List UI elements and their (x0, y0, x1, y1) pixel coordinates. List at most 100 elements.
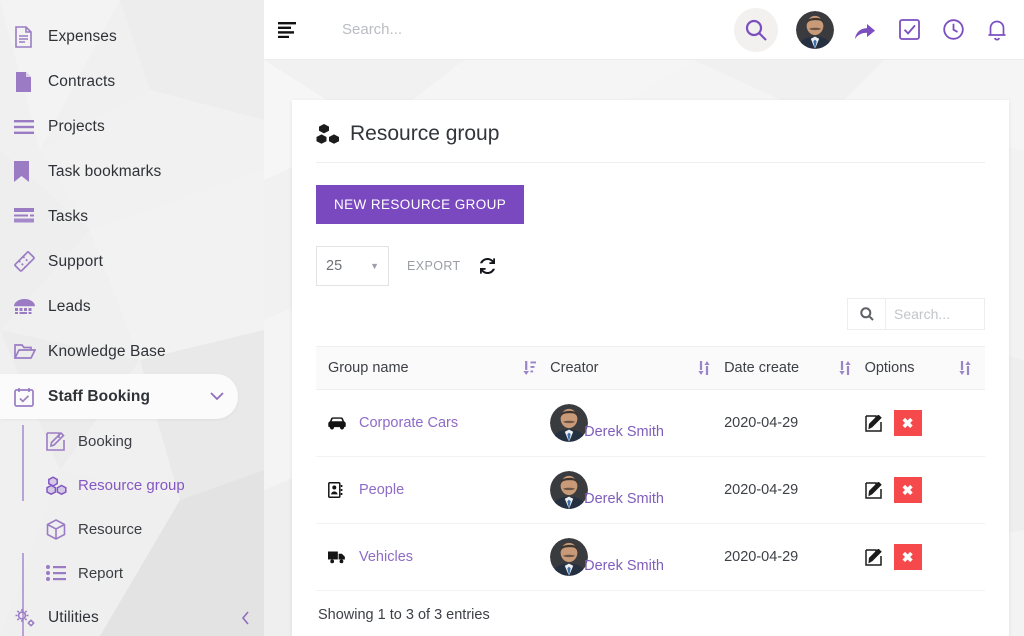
delete-button[interactable]: ✖ (893, 544, 922, 570)
column-header-label: Group name (328, 360, 409, 376)
table-head: Group name Creator Date create Options (316, 346, 985, 390)
sort-icon (698, 361, 710, 375)
table-search-input[interactable] (886, 299, 984, 329)
table-footer: Showing 1 to 3 of 3 entries Previous 1 N… (316, 607, 985, 636)
cubes-icon (46, 475, 78, 495)
cell-creator: Derek Smith (550, 456, 725, 524)
table-row: People Derek Smith 2020-04-29 ✖ (316, 456, 985, 524)
edit-square-icon (46, 431, 78, 451)
page-length-value: 25 (326, 258, 343, 274)
group-name-link[interactable]: Corporate Cars (359, 415, 458, 431)
sidebar-item-support[interactable]: Support (0, 239, 264, 284)
avatar (550, 538, 589, 576)
edit-icon[interactable] (864, 548, 882, 566)
contact-card-icon (328, 482, 346, 498)
car-icon (328, 416, 346, 430)
sidebar-nav-list: Expenses Contracts Projects Task bookmar… (0, 0, 264, 636)
refresh-icon[interactable] (479, 258, 496, 274)
sort-amount-desc-icon (523, 361, 537, 375)
search-icon[interactable] (734, 7, 778, 52)
cell-creator: Derek Smith (550, 389, 725, 457)
file-text-icon (14, 25, 48, 48)
table-filter-row (316, 298, 985, 330)
sidebar-item-label: Tasks (48, 207, 89, 225)
sort-icon (959, 361, 971, 375)
sidebar-item-label: Booking (78, 432, 133, 450)
sidebar-item-label: Utilities (48, 608, 99, 626)
sidebar-item-leads[interactable]: Leads (0, 284, 264, 329)
sidebar-item-label: Resource group (78, 476, 185, 494)
edit-icon[interactable] (864, 481, 882, 499)
table-search-box (847, 298, 985, 330)
table-row: Vehicles Derek Smith 2020-04-29 ✖ (316, 523, 985, 591)
column-creator[interactable]: Creator (550, 346, 725, 390)
gears-icon (14, 608, 48, 628)
sidebar-item-report[interactable]: Report (0, 551, 264, 595)
leads-icon (14, 299, 48, 314)
hamburger-icon[interactable] (272, 15, 302, 45)
file-icon (14, 71, 48, 93)
sidebar-item-label: Task bookmarks (48, 162, 162, 180)
share-arrow-icon[interactable] (852, 17, 878, 43)
group-name-link[interactable]: People (359, 482, 404, 498)
sidebar-item-utilities[interactable]: Utilities (0, 595, 264, 636)
cell-options: ✖ (864, 523, 985, 591)
top-navbar (264, 0, 1024, 60)
group-name-link[interactable]: Vehicles (359, 549, 413, 565)
truck-icon (328, 550, 346, 564)
cell-creator: Derek Smith (550, 523, 725, 591)
export-button[interactable]: EXPORT (407, 259, 461, 273)
sidebar-item-tasks[interactable]: Tasks (0, 194, 264, 239)
list-ul-icon (46, 565, 78, 581)
sidebar-item-knowledge-base[interactable]: Knowledge Base (0, 329, 264, 374)
creator-name-link[interactable]: Derek Smith (584, 491, 664, 509)
cell-date-create: 2020-04-29 (724, 456, 865, 524)
chevron-down-icon[interactable] (210, 392, 224, 401)
sidebar-item-projects[interactable]: Projects (0, 104, 264, 149)
avatar[interactable] (796, 10, 834, 49)
sidebar-item-staff-booking[interactable]: Staff Booking (0, 374, 238, 419)
page-length-select[interactable]: 25 ▼ (316, 246, 389, 286)
delete-button[interactable]: ✖ (893, 477, 922, 503)
sidebar-submenu-staff-booking: Booking Resource group Resource Report (0, 419, 264, 636)
sidebar-item-label: Expenses (48, 27, 117, 45)
delete-button[interactable]: ✖ (893, 410, 922, 436)
sidebar-item-expenses[interactable]: Expenses (0, 14, 264, 59)
sidebar-item-label: Staff Booking (48, 387, 151, 405)
sidebar-item-resource-group[interactable]: Resource group (0, 463, 264, 507)
sidebar-item-contracts[interactable]: Contracts (0, 59, 264, 104)
check-square-icon[interactable] (896, 17, 922, 43)
creator-name-link[interactable]: Derek Smith (584, 558, 664, 576)
column-header-label: Date create (724, 360, 800, 376)
table-controls: 25 ▼ EXPORT (316, 246, 985, 286)
chevron-left-icon[interactable] (241, 610, 250, 625)
cell-group-name: Vehicles (316, 523, 551, 591)
sidebar-item-label: Leads (48, 297, 91, 315)
page-title-text: Resource group (350, 122, 500, 145)
column-date-create[interactable]: Date create (724, 346, 865, 390)
table-header-row: Group name Creator Date create Options (316, 346, 985, 390)
search-icon[interactable] (848, 299, 886, 329)
sidebar-item-booking[interactable]: Booking (0, 419, 264, 463)
sort-icon (838, 361, 851, 375)
cell-group-name: People (316, 456, 551, 524)
sidebar-item-label: Support (48, 252, 103, 270)
column-group-name[interactable]: Group name (316, 346, 551, 390)
column-options[interactable]: Options (864, 346, 985, 390)
sidebar-item-resource[interactable]: Resource (0, 507, 264, 551)
edit-icon[interactable] (864, 414, 882, 432)
calendar-check-icon (14, 387, 48, 407)
sidebar: Expenses Contracts Projects Task bookmar… (0, 0, 264, 636)
clock-icon[interactable] (940, 17, 966, 43)
new-resource-group-button[interactable]: NEW RESOURCE GROUP (316, 185, 525, 224)
bell-icon[interactable] (984, 17, 1010, 43)
table-body: Corporate Cars Derek Smith 2020-04-29 ✖ … (316, 389, 985, 591)
sidebar-item-task-bookmarks[interactable]: Task bookmarks (0, 149, 264, 194)
cell-group-name: Corporate Cars (316, 389, 551, 457)
table-row: Corporate Cars Derek Smith 2020-04-29 ✖ (316, 389, 985, 457)
cell-options: ✖ (864, 456, 985, 524)
cell-date-create: 2020-04-29 (724, 523, 865, 591)
sidebar-item-label: Projects (48, 117, 105, 135)
global-search-input[interactable] (340, 20, 670, 39)
creator-name-link[interactable]: Derek Smith (584, 424, 664, 442)
